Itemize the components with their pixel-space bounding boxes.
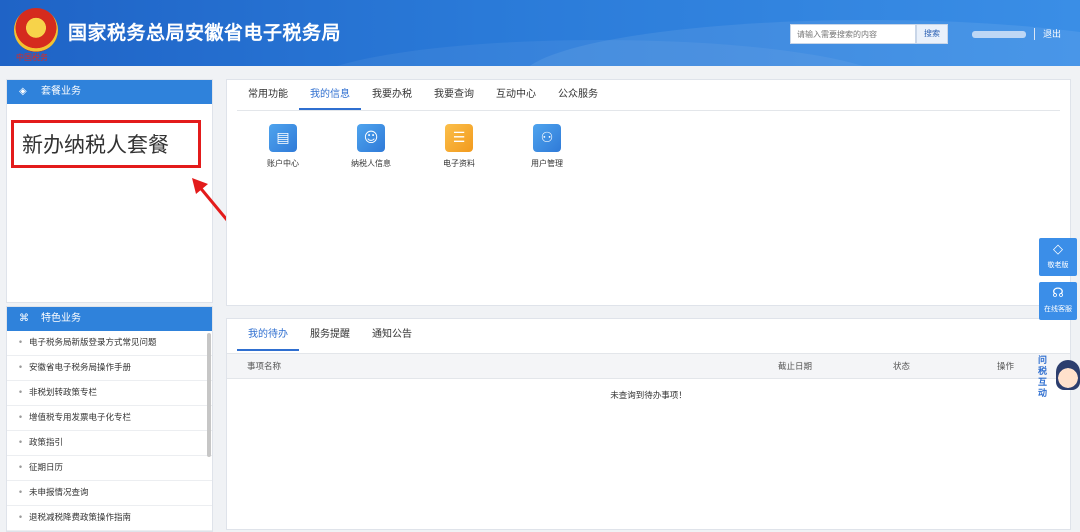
featured-business-panel: ⌘ 特色业务 电子税务局新版登录方式常见问题 安徽省电子税务局操作手册 非税划转…	[6, 306, 213, 532]
package-panel-title: 套餐业务	[41, 86, 81, 97]
function-user-management[interactable]: ⚇ 用户管理	[507, 124, 587, 169]
divider	[1034, 28, 1035, 40]
tab-tax-handling[interactable]: 我要办税	[361, 80, 423, 110]
headset-icon: ☊	[1052, 286, 1064, 301]
function-panel: 常用功能 我的信息 我要办税 我要查询 互动中心 公众服务 ▤ 账户中心 ☺ 纳…	[226, 79, 1071, 306]
taxpayer-card-icon: ☺	[357, 124, 385, 152]
emblem-caption: 中国税务	[16, 53, 48, 62]
featured-list-item[interactable]: 增值税专用发票电子化专栏	[7, 406, 212, 431]
tab-interaction-center[interactable]: 互动中心	[485, 80, 547, 110]
column-item-name: 事项名称	[247, 362, 282, 372]
package-business-panel: ◈ 套餐业务 新办纳税人套餐	[6, 79, 213, 303]
column-status: 状态	[893, 362, 911, 372]
users-icon: ⚇	[533, 124, 561, 152]
column-deadline: 截止日期	[778, 362, 813, 372]
tab-common-functions[interactable]: 常用功能	[237, 80, 299, 110]
online-service-button[interactable]: ☊ 在线客服	[1039, 282, 1077, 320]
featured-panel-title: 特色业务	[41, 313, 81, 324]
function-label: 账户中心	[267, 159, 299, 168]
top-header: 中国税务 国家税务总局安徽省电子税务局 搜索 退出	[0, 0, 1080, 66]
tab-service-reminders[interactable]: 服务提醒	[299, 319, 361, 351]
package-panel-header: ◈ 套餐业务	[7, 80, 212, 104]
tab-public-services[interactable]: 公众服务	[547, 80, 609, 110]
function-label: 用户管理	[531, 159, 563, 168]
logout-link[interactable]: 退出	[1043, 27, 1061, 40]
site-title: 国家税务总局安徽省电子税务局	[68, 22, 342, 44]
function-account-center[interactable]: ▤ 账户中心	[243, 124, 323, 169]
online-service-label: 在线客服	[1044, 305, 1072, 313]
assistant-text: 问税互动	[1038, 356, 1048, 399]
search-input[interactable]	[790, 24, 916, 44]
function-electronic-documents[interactable]: ☰ 电子资料	[419, 124, 499, 169]
column-actions: 操作	[997, 362, 1015, 372]
assistant-mascot[interactable]: 问税互动	[1038, 356, 1080, 400]
todo-panel: 我的待办 服务提醒 通知公告 事项名称 截止日期 状态 操作 未查询到待办事项！	[226, 318, 1071, 530]
todo-table-header: 事项名称 截止日期 状态 操作	[227, 353, 1070, 379]
elder-mode-button[interactable]: ◇ 敬老版	[1039, 238, 1077, 276]
list-scrollbar[interactable]	[207, 333, 211, 457]
layers-icon: ◈	[19, 86, 27, 97]
empty-todo-message: 未查询到待办事项！	[610, 391, 687, 401]
function-label: 电子资料	[443, 159, 475, 168]
diamond-icon: ◇	[1053, 242, 1063, 257]
search-button[interactable]: 搜索	[916, 24, 948, 44]
user-name-redacted	[972, 31, 1026, 38]
featured-list-item[interactable]: 政策指引	[7, 431, 212, 456]
tab-my-todo[interactable]: 我的待办	[237, 319, 299, 351]
featured-list-item[interactable]: 非税划转政策专栏	[7, 381, 212, 406]
new-taxpayer-package-link[interactable]: 新办纳税人套餐	[11, 120, 201, 168]
featured-list-item[interactable]: 安徽省电子税务局操作手册	[7, 356, 212, 381]
featured-list-item[interactable]: 征期日历	[7, 456, 212, 481]
featured-list-item[interactable]: 电子税务局新版登录方式常见问题	[7, 331, 212, 356]
function-taxpayer-info[interactable]: ☺ 纳税人信息	[331, 124, 411, 169]
featured-panel-header: ⌘ 特色业务	[7, 307, 212, 331]
tab-notices[interactable]: 通知公告	[361, 319, 423, 351]
tab-query[interactable]: 我要查询	[423, 80, 485, 110]
national-emblem-icon	[14, 8, 58, 52]
account-icon: ▤	[269, 124, 297, 152]
function-label: 纳税人信息	[351, 159, 391, 168]
grid-icon: ⌘	[19, 313, 29, 324]
featured-list-item[interactable]: 退税减税降费政策操作指南	[7, 506, 212, 531]
documents-icon: ☰	[445, 124, 473, 152]
main-tabs: 常用功能 我的信息 我要办税 我要查询 互动中心 公众服务	[237, 80, 609, 110]
todo-tabs: 我的待办 服务提醒 通知公告	[237, 319, 423, 351]
elder-mode-label: 敬老版	[1047, 261, 1069, 269]
featured-list-item[interactable]: 未申报情况查询	[7, 481, 212, 506]
tabs-divider	[237, 110, 1060, 111]
mascot-icon	[1056, 360, 1080, 390]
tab-my-info[interactable]: 我的信息	[299, 80, 361, 110]
